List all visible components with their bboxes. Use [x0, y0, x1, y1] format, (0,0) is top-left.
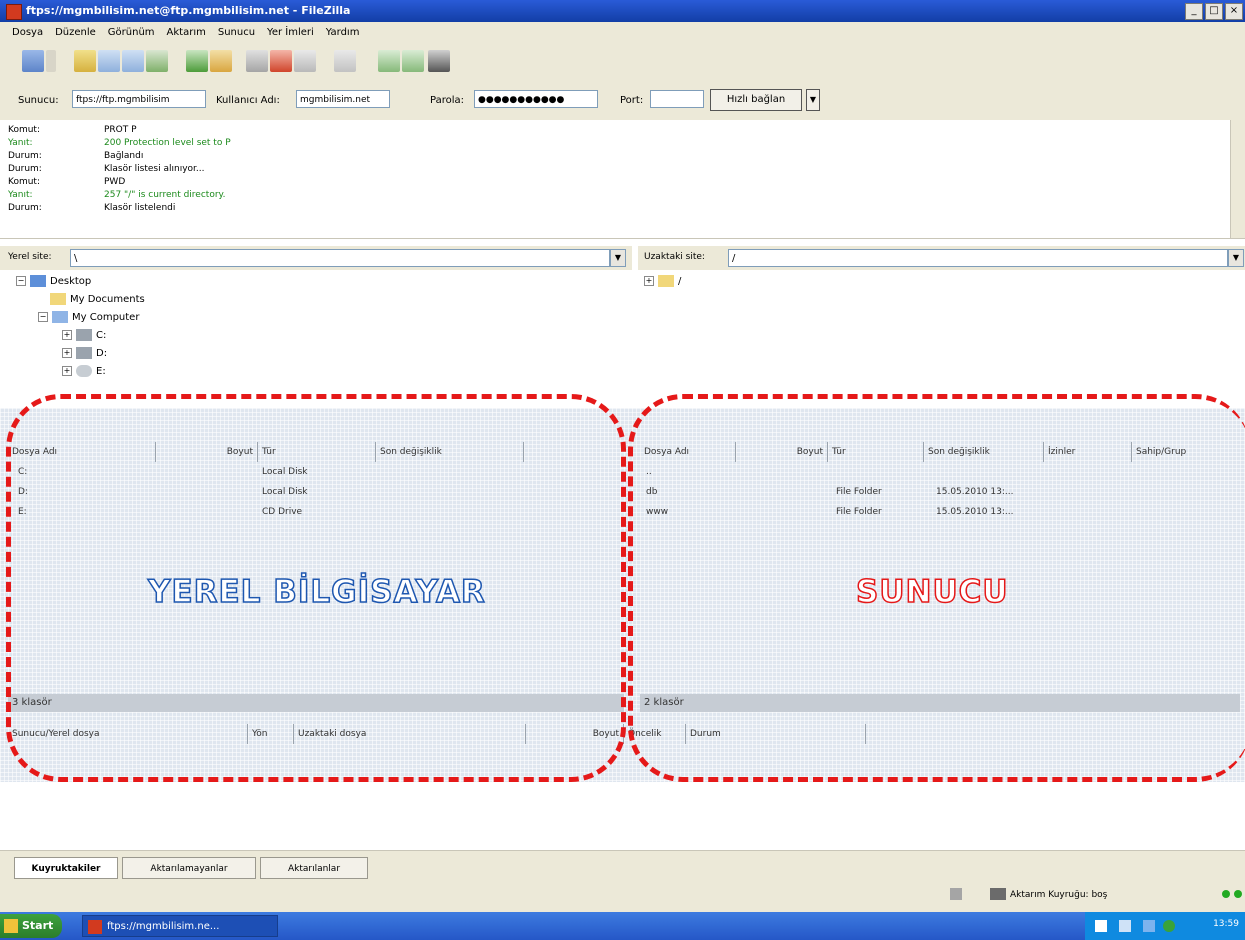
menu-bar: Dosya Düzenle Görünüm Aktarım Sunucu Yer…: [0, 22, 1245, 42]
computer-icon: [52, 311, 68, 323]
toolbar: [0, 42, 1245, 83]
local-tree: − Desktop My Documents − My Computer + C: +…: [0, 270, 632, 410]
close-button[interactable]: ×: [1225, 3, 1243, 20]
menu-sunucu[interactable]: Sunucu: [218, 27, 255, 38]
desktop-icon: [30, 275, 46, 287]
site-manager-dropdown-icon[interactable]: [46, 50, 56, 72]
tab-failed[interactable]: Aktarılamayanlar: [122, 857, 256, 879]
port-label: Port:: [620, 95, 644, 106]
menu-dosya[interactable]: Dosya: [12, 27, 43, 38]
port-input[interactable]: [650, 90, 704, 108]
refresh-icon[interactable]: [186, 50, 208, 72]
quickconnect-dropdown-icon[interactable]: ▼: [806, 89, 820, 111]
log-line: Durum: Bağlandı: [8, 151, 144, 161]
filter-icon[interactable]: [334, 50, 356, 72]
process-queue-icon[interactable]: [210, 50, 232, 72]
menu-gorunum[interactable]: Görünüm: [108, 27, 155, 38]
quickconnect-button[interactable]: Hızlı bağlan: [710, 89, 802, 111]
password-label: Parola:: [430, 95, 464, 106]
menu-duzenle[interactable]: Düzenle: [55, 27, 96, 38]
filezilla-app-icon: [88, 920, 102, 934]
local-computer-label: YEREL BİLGİSAYAR: [147, 573, 486, 611]
windows-logo-icon: [4, 919, 18, 933]
menu-yardim[interactable]: Yardım: [326, 27, 360, 38]
taskbar-item-filezilla[interactable]: ftps://mgmbilisim.ne...: [82, 915, 278, 937]
cancel-icon[interactable]: [246, 50, 268, 72]
speed-limit-icon: [990, 888, 1006, 900]
tree-node-root[interactable]: + /: [644, 274, 681, 290]
local-site-dropdown-icon[interactable]: ▼: [610, 249, 626, 267]
local-site-label: Yerel site:: [8, 252, 52, 262]
log-line: Yanıt: 200 Protection level set to P: [8, 138, 231, 148]
disconnect-icon[interactable]: [270, 50, 292, 72]
folder-icon: [658, 275, 674, 287]
compare-icon[interactable]: [378, 50, 400, 72]
status-bar: Aktarım Kuyruğu: boş: [0, 880, 1245, 912]
log-line: Komut: PROT P: [8, 125, 137, 135]
tree-node-drive-c[interactable]: + C:: [62, 328, 106, 344]
system-tray: 13:59: [1085, 912, 1245, 940]
username-input[interactable]: mgmbilisim.net: [296, 90, 390, 108]
lock-icon: [950, 888, 962, 900]
drive-icon: [76, 347, 92, 359]
activity-light-icon: [1234, 890, 1242, 898]
tree-node-drive-d[interactable]: + D:: [62, 346, 107, 362]
taskbar: Start ftps://mgmbilisim.ne... 13:59: [0, 912, 1245, 940]
folder-icon: [50, 293, 66, 305]
remote-site-label: Uzaktaki site:: [644, 252, 705, 262]
remote-tree-icon[interactable]: [122, 50, 144, 72]
queue-tabs: Kuyruktakiler Aktarılamayanlar Aktarılan…: [0, 850, 1245, 881]
menu-yer-imleri[interactable]: Yer İmleri: [267, 27, 314, 38]
log-line: Durum: Klasör listelendi: [8, 203, 176, 213]
menu-aktarim[interactable]: Aktarım: [167, 27, 206, 38]
tray-icon[interactable]: [1143, 920, 1155, 932]
user-label: Kullanıcı Adı:: [216, 95, 280, 106]
maximize-button[interactable]: □: [1205, 3, 1223, 20]
remote-site-dropdown-icon[interactable]: ▼: [1228, 249, 1244, 267]
quickconnect-bar: Sunucu: ftps://ftp.mgmbilisim Kullanıcı …: [0, 82, 1245, 121]
tree-node-drive-e[interactable]: + E:: [62, 364, 106, 380]
message-log-icon[interactable]: [74, 50, 96, 72]
server-label: SUNUCU: [855, 573, 1009, 611]
log-line: Yanıt: 257 "/" is current directory.: [8, 190, 226, 200]
local-site-input[interactable]: \: [70, 249, 610, 267]
title-bar: ftps://mgmbilisim.net@ftp.mgmbilisim.net…: [0, 0, 1245, 22]
clock: 13:59: [1213, 919, 1239, 929]
site-manager-icon[interactable]: [22, 50, 44, 72]
message-log: Komut: PROT P Yanıt: 200 Protection level …: [0, 120, 1245, 239]
window-title: ftps://mgmbilisim.net@ftp.mgmbilisim.net…: [26, 4, 351, 17]
drive-icon: [76, 329, 92, 341]
transfer-queue-icon[interactable]: [146, 50, 168, 72]
activity-light-icon: [1222, 890, 1230, 898]
tree-node-desktop[interactable]: − Desktop: [16, 274, 91, 290]
reconnect-icon[interactable]: [294, 50, 316, 72]
host-input[interactable]: ftps://ftp.mgmbilisim: [72, 90, 206, 108]
local-tree-icon[interactable]: [98, 50, 120, 72]
cd-drive-icon: [76, 365, 92, 377]
log-line: Durum: Klasör listesi alınıyor...: [8, 164, 205, 174]
remote-site-input[interactable]: /: [728, 249, 1228, 267]
log-scrollbar[interactable]: [1230, 120, 1245, 238]
host-label: Sunucu:: [18, 95, 59, 106]
remote-site-bar: Uzaktaki site: / ▼: [638, 246, 1245, 270]
sync-browse-icon[interactable]: [402, 50, 424, 72]
password-input[interactable]: ●●●●●●●●●●●: [474, 90, 598, 108]
tab-queued[interactable]: Kuyruktakiler: [14, 857, 118, 879]
tray-icon[interactable]: [1163, 920, 1175, 932]
tab-successful[interactable]: Aktarılanlar: [260, 857, 368, 879]
minimize-button[interactable]: _: [1185, 3, 1203, 20]
log-line: Komut: PWD: [8, 177, 126, 187]
search-icon[interactable]: [428, 50, 450, 72]
tree-node-my-documents[interactable]: My Documents: [50, 292, 145, 308]
local-site-bar: Yerel site: \ ▼: [0, 246, 632, 270]
filezilla-app-icon: [6, 4, 22, 20]
tray-icon[interactable]: [1095, 920, 1107, 932]
queue-status: Aktarım Kuyruğu: boş: [1010, 890, 1108, 900]
tray-icon[interactable]: [1119, 920, 1131, 932]
tree-node-my-computer[interactable]: − My Computer: [38, 310, 139, 326]
remote-tree: + /: [638, 270, 1245, 410]
